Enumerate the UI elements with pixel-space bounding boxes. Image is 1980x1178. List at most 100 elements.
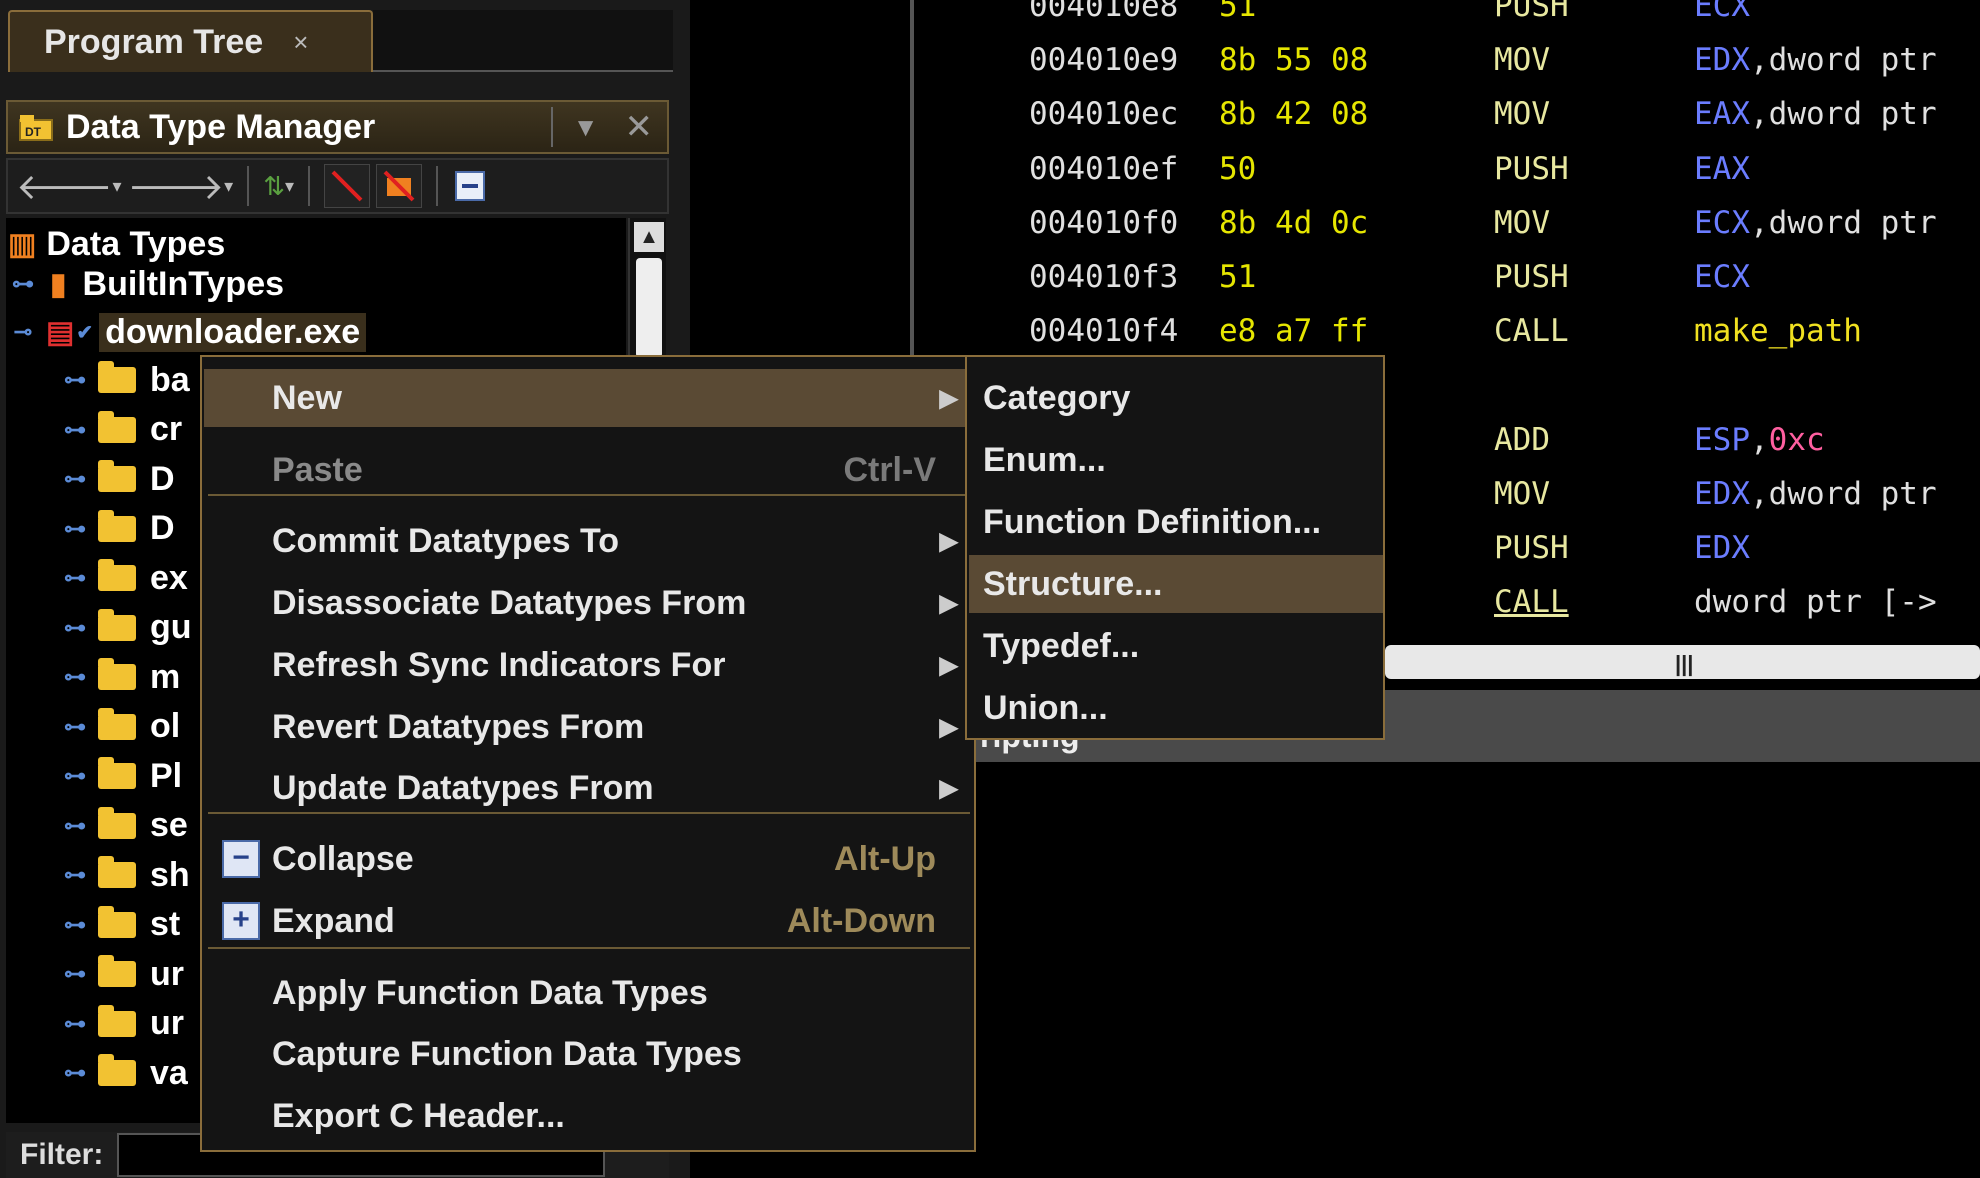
dtm-toolbar: 🡐 ▾ 🡒 ▾ ⇅ ▾ [6, 158, 669, 214]
menu-item-collapse[interactable]: − Collapse Alt-Up [204, 830, 972, 888]
menu-item-export-c-header[interactable]: Export C Header... [204, 1087, 972, 1145]
expand-toggle-icon[interactable]: ⊶ [62, 1011, 88, 1037]
close-icon[interactable]: × [293, 27, 308, 58]
listing-row[interactable]: 004010f4 e8 a7 ff CALL make_path [914, 307, 1862, 355]
tree-item-label: ur [150, 1004, 184, 1042]
context-menu: New ▶ Paste Ctrl-V Commit Datatypes To ▶ Disas… [200, 355, 976, 1152]
tree-item-label: va [150, 1053, 188, 1092]
menu-item-expand[interactable]: + Expand Alt-Down [204, 892, 972, 950]
tab-strip [373, 10, 673, 72]
submenu-item-typedef[interactable]: Typedef... [969, 617, 1383, 675]
listing-row[interactable]: 004010e8 51 PUSH ECX [914, 0, 1750, 30]
listing-row[interactable]: 004010e9 8b 55 08 MOV EDX,dword ptr [914, 36, 1937, 84]
filter-arrays-icon[interactable] [376, 164, 423, 208]
tree-item-folder[interactable]: ⊶ D [62, 505, 175, 553]
folder-icon [98, 1004, 136, 1037]
tree-item-folder[interactable]: ⊶ Pl [62, 752, 182, 800]
tree-item-folder[interactable]: ⊶ ol [62, 703, 180, 751]
submenu-item-category[interactable]: Category [969, 369, 1383, 427]
expand-toggle-icon[interactable]: ⊶ [62, 664, 88, 690]
tree-item-folder[interactable]: ⊶ sh [62, 851, 190, 899]
expand-toggle-icon[interactable]: ⊶ [62, 763, 88, 789]
close-icon[interactable]: ✕ [625, 107, 654, 147]
expand-toggle-icon[interactable]: ⊶ [62, 813, 88, 839]
menu-item-disassociate-datatypes-from[interactable]: Disassociate Datatypes From ▶ [204, 574, 972, 632]
collapse-icon: − [222, 840, 260, 878]
mnemonic: CALL [1494, 584, 1569, 621]
expand-toggle-icon[interactable]: ⊶ [62, 516, 88, 542]
tree-item-label: ur [150, 954, 184, 993]
divider [436, 166, 439, 206]
listing-row[interactable]: 004010ef 50 PUSH EAX [914, 145, 1750, 193]
scroll-grip-icon[interactable]: ||| [1675, 651, 1693, 677]
expand-toggle-icon[interactable]: ⊶ [62, 367, 88, 393]
mnemonic: PUSH [1494, 259, 1569, 295]
chevron-down-icon[interactable]: ▼ [573, 112, 599, 143]
menu-item-commit-datatypes-to[interactable]: Commit Datatypes To ▶ [204, 512, 972, 570]
folder-icon [98, 1054, 136, 1086]
tree-item-folder[interactable]: ⊶ D [62, 455, 175, 503]
no-filter-icon[interactable] [324, 164, 371, 208]
menu-item-revert-datatypes-from[interactable]: Revert Datatypes From ▶ [204, 698, 972, 756]
expand-toggle-icon[interactable]: ⊶ [62, 714, 88, 740]
menu-item-apply-function-data-types[interactable]: Apply Function Data Types [204, 964, 972, 1022]
sync-icon[interactable]: ⇅ ▾ [263, 165, 294, 207]
expand-toggle-icon[interactable]: ⊶ [10, 271, 36, 297]
tree-item-label: sh [150, 855, 190, 894]
scroll-up-icon[interactable]: ▲ [634, 222, 664, 252]
tree-item-label: ba [150, 360, 190, 399]
mnemonic: MOV [1494, 475, 1550, 512]
folder-icon [98, 509, 136, 542]
tree-item-folder[interactable]: ⊶ gu [62, 604, 192, 652]
tree-item-folder[interactable]: ⊶ ur [62, 950, 184, 998]
expand-toggle-icon[interactable]: ⊶ [62, 1060, 88, 1086]
forward-icon[interactable]: 🡒 ▾ [128, 165, 234, 207]
collapse-all-icon[interactable] [452, 165, 488, 207]
horizontal-scrollbar[interactable]: ||| [1385, 645, 1980, 679]
scroll-thumb[interactable] [636, 258, 662, 358]
submenu-item-function-definition[interactable]: Function Definition... [969, 493, 1383, 551]
operand: ,dword ptr [1750, 96, 1937, 133]
menu-item-new[interactable]: New ▶ [204, 369, 972, 427]
submenu-item-union[interactable]: Union... [969, 679, 1383, 737]
tree-item-folder[interactable]: ⊶ ur [62, 1000, 184, 1048]
expand-toggle-icon[interactable]: ⊶ [62, 961, 88, 987]
menu-item-capture-function-data-types[interactable]: Capture Function Data Types [204, 1025, 972, 1083]
tab-program-tree[interactable]: Program Tree × [8, 10, 373, 72]
collapse-toggle-icon[interactable]: ⊸ [10, 319, 36, 345]
expand-toggle-icon[interactable]: ⊶ [62, 615, 88, 641]
expand-toggle-icon[interactable]: ⊶ [62, 466, 88, 492]
expand-toggle-icon[interactable]: ⊶ [62, 862, 88, 888]
menu-item-label: Collapse [272, 839, 414, 878]
tree-item-builtin[interactable]: ⊶ ▮ BuiltInTypes [10, 260, 284, 308]
expand-toggle-icon[interactable]: ⊶ [62, 565, 88, 591]
tree-item-folder[interactable]: ⊶ m [62, 653, 180, 701]
tree-item-folder[interactable]: ⊶ st [62, 901, 180, 949]
tree-item-folder[interactable]: ⊶ se [62, 802, 188, 850]
menu-item-label: Export C Header... [272, 1096, 565, 1135]
tree-item-label: ol [150, 707, 181, 745]
menu-item-label: Update Datatypes From [272, 768, 654, 807]
folder-icon [98, 559, 136, 591]
tree-item-folder[interactable]: ⊶ ex [62, 554, 188, 602]
submenu-item-enum[interactable]: Enum... [969, 431, 1383, 489]
listing-row[interactable]: 004010f3 51 PUSH ECX [914, 253, 1750, 301]
tree-item-folder[interactable]: ⊶ va [62, 1049, 188, 1097]
tree-item-folder[interactable]: ⊶ ba [62, 356, 190, 404]
listing-row[interactable]: 004010ec 8b 42 08 MOV EAX,dword ptr [914, 90, 1937, 138]
expand-toggle-icon[interactable]: ⊶ [62, 417, 88, 443]
folder-icon [98, 757, 136, 789]
tree-item-downloader[interactable]: ⊸ ▤ ✔ downloader.exe [10, 308, 367, 356]
listing-row[interactable]: 004010f0 8b 4d 0c MOV ECX,dword ptr [914, 199, 1937, 247]
expand-toggle-icon[interactable]: ⊶ [62, 912, 88, 938]
filter-label: Filter: [20, 1138, 104, 1171]
back-icon[interactable]: 🡐 ▾ [16, 165, 122, 207]
address: 004010f3 [1029, 259, 1179, 295]
menu-item-update-datatypes-from[interactable]: Update Datatypes From ▶ [204, 759, 972, 817]
tree-item-folder[interactable]: ⊶ cr [62, 406, 182, 454]
bytes: 50 [1219, 150, 1257, 187]
submenu-item-structure[interactable]: Structure... [969, 555, 1383, 613]
check-icon: ✔ [76, 321, 94, 344]
bytes: 8b 55 08 [1219, 42, 1369, 79]
menu-item-refresh-sync-indicators-for[interactable]: Refresh Sync Indicators For ▶ [204, 636, 972, 694]
